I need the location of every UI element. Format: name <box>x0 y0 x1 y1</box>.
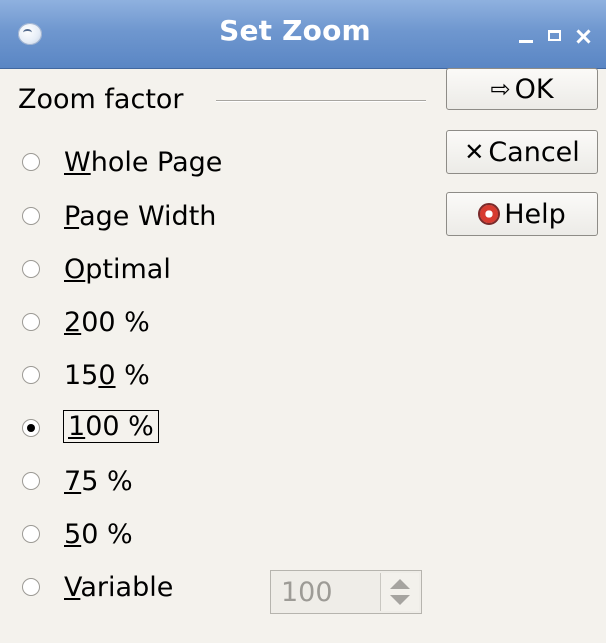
radio-label: 100 % <box>63 410 159 443</box>
zoom-factor-label: Zoom factor <box>18 84 184 115</box>
cancel-button[interactable]: ✕ Cancel <box>446 130 598 174</box>
radio-label: 75 % <box>64 466 133 497</box>
radio-label: Variable <box>64 572 174 603</box>
radio-button[interactable] <box>22 260 40 278</box>
help-label: Help <box>504 198 566 230</box>
radio-label: 200 % <box>64 307 150 338</box>
ok-button[interactable]: ⇨ OK <box>446 68 598 110</box>
radio-label: Whole Page <box>64 147 223 178</box>
variable-zoom-value[interactable]: 100 <box>281 577 333 608</box>
zoom-factor-separator <box>216 100 426 102</box>
radio-label: Optimal <box>64 254 171 285</box>
radio-button[interactable] <box>22 313 40 331</box>
radio-label: Page Width <box>64 201 217 232</box>
spin-up-icon[interactable] <box>390 579 410 589</box>
cancel-label: Cancel <box>488 136 580 168</box>
radio-label: 50 % <box>64 519 133 550</box>
maximize-button[interactable] <box>543 24 567 48</box>
arrow-right-icon: ⇨ <box>490 75 511 103</box>
radio-button[interactable] <box>22 153 40 171</box>
radio-button[interactable] <box>22 525 40 543</box>
window-title: Set Zoom <box>219 14 371 47</box>
spin-down-icon[interactable] <box>390 595 410 605</box>
radio-button[interactable] <box>22 366 40 384</box>
minimize-button[interactable] <box>514 24 538 48</box>
x-icon: ✕ <box>464 138 485 166</box>
variable-zoom-spinbox[interactable]: 100 <box>270 570 422 614</box>
radio-button[interactable] <box>22 207 40 225</box>
radio-button[interactable] <box>22 472 40 490</box>
spin-buttons[interactable] <box>380 573 419 611</box>
radio-button[interactable] <box>22 578 40 596</box>
help-button[interactable]: Help <box>446 192 598 236</box>
title-bar[interactable]: Set Zoom <box>0 0 606 69</box>
app-icon[interactable] <box>18 23 42 45</box>
ok-label: OK <box>514 73 554 105</box>
radio-button[interactable] <box>22 419 40 437</box>
radio-label: 150 % <box>64 360 150 391</box>
lifebuoy-icon <box>478 203 501 225</box>
close-button[interactable] <box>571 24 595 48</box>
